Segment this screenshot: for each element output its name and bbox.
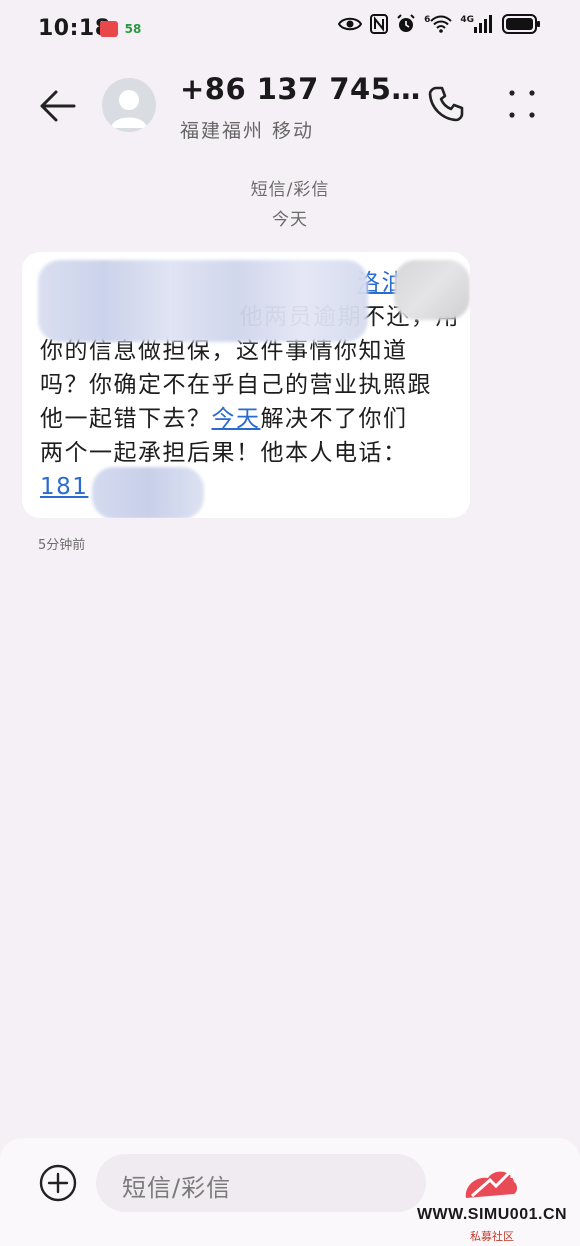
message-input-placeholder: 短信/彩信 (122, 1174, 232, 1202)
watermark-text: WWW.SIMU001.CN (416, 1206, 568, 1223)
wifi-icon (430, 15, 453, 33)
nfc-icon (370, 14, 389, 34)
message-line-5: 他一起错下去？今天解决不了你们 (40, 402, 460, 436)
watermark-subtext: 私募社区 (470, 1230, 514, 1243)
message-bubble[interactable]: 洛油 他两员逾期不还，用 你的信息做担保，这件事情你知道 吗？你确定不在乎自己的… (22, 252, 470, 518)
call-button[interactable] (424, 82, 468, 126)
more-dots-icon (509, 90, 535, 118)
contact-location-carrier: 福建福州 移动 (180, 120, 315, 142)
phone-number-link[interactable]: 181 (40, 474, 88, 500)
back-arrow-icon (40, 90, 76, 122)
battery-icon (502, 14, 540, 34)
network-label: 4G (460, 15, 474, 25)
message-line-4: 吗？你确定不在乎自己的营业执照跟 (40, 372, 432, 398)
person-icon (111, 90, 147, 128)
redaction-blur (394, 260, 470, 320)
thread-type-label: 短信/彩信 (250, 180, 330, 200)
watermark: WWW.SIMU001.CN 私募社区 (404, 1160, 580, 1246)
conversation-header: +86 137 745… 福建福州 移动 (0, 60, 580, 152)
watermark-logo-icon (465, 1168, 517, 1198)
app-58-icon: 58 (124, 22, 142, 36)
status-bar: 10:18 58 6 4G (0, 0, 580, 58)
date-link[interactable]: 今天 (212, 406, 261, 432)
message-text-segment: 解决不了你们 (260, 406, 408, 432)
message-line-6: 两个一起承担后果！他本人电话： (40, 440, 408, 466)
alarm-icon (397, 14, 415, 32)
redaction-blur (92, 467, 204, 518)
more-options-button[interactable] (500, 82, 544, 126)
contact-avatar[interactable] (102, 78, 156, 132)
redaction-blur (38, 260, 368, 342)
eye-icon (338, 17, 363, 31)
add-attachment-button[interactable] (38, 1163, 78, 1203)
date-separator: 今天 (272, 210, 308, 230)
status-icons: 6 4G (338, 14, 542, 34)
plus-circle-icon (39, 1164, 77, 1202)
back-button[interactable] (34, 82, 82, 130)
phone-icon (428, 86, 464, 122)
app-notification-icon (100, 21, 118, 37)
message-timestamp: 5分钟前 (38, 538, 86, 553)
signal-icon (474, 15, 492, 33)
message-input[interactable]: 短信/彩信 (96, 1154, 426, 1212)
contact-name[interactable]: +86 137 745… (180, 72, 421, 106)
message-text-segment: 他一起错下去？ (40, 406, 212, 432)
